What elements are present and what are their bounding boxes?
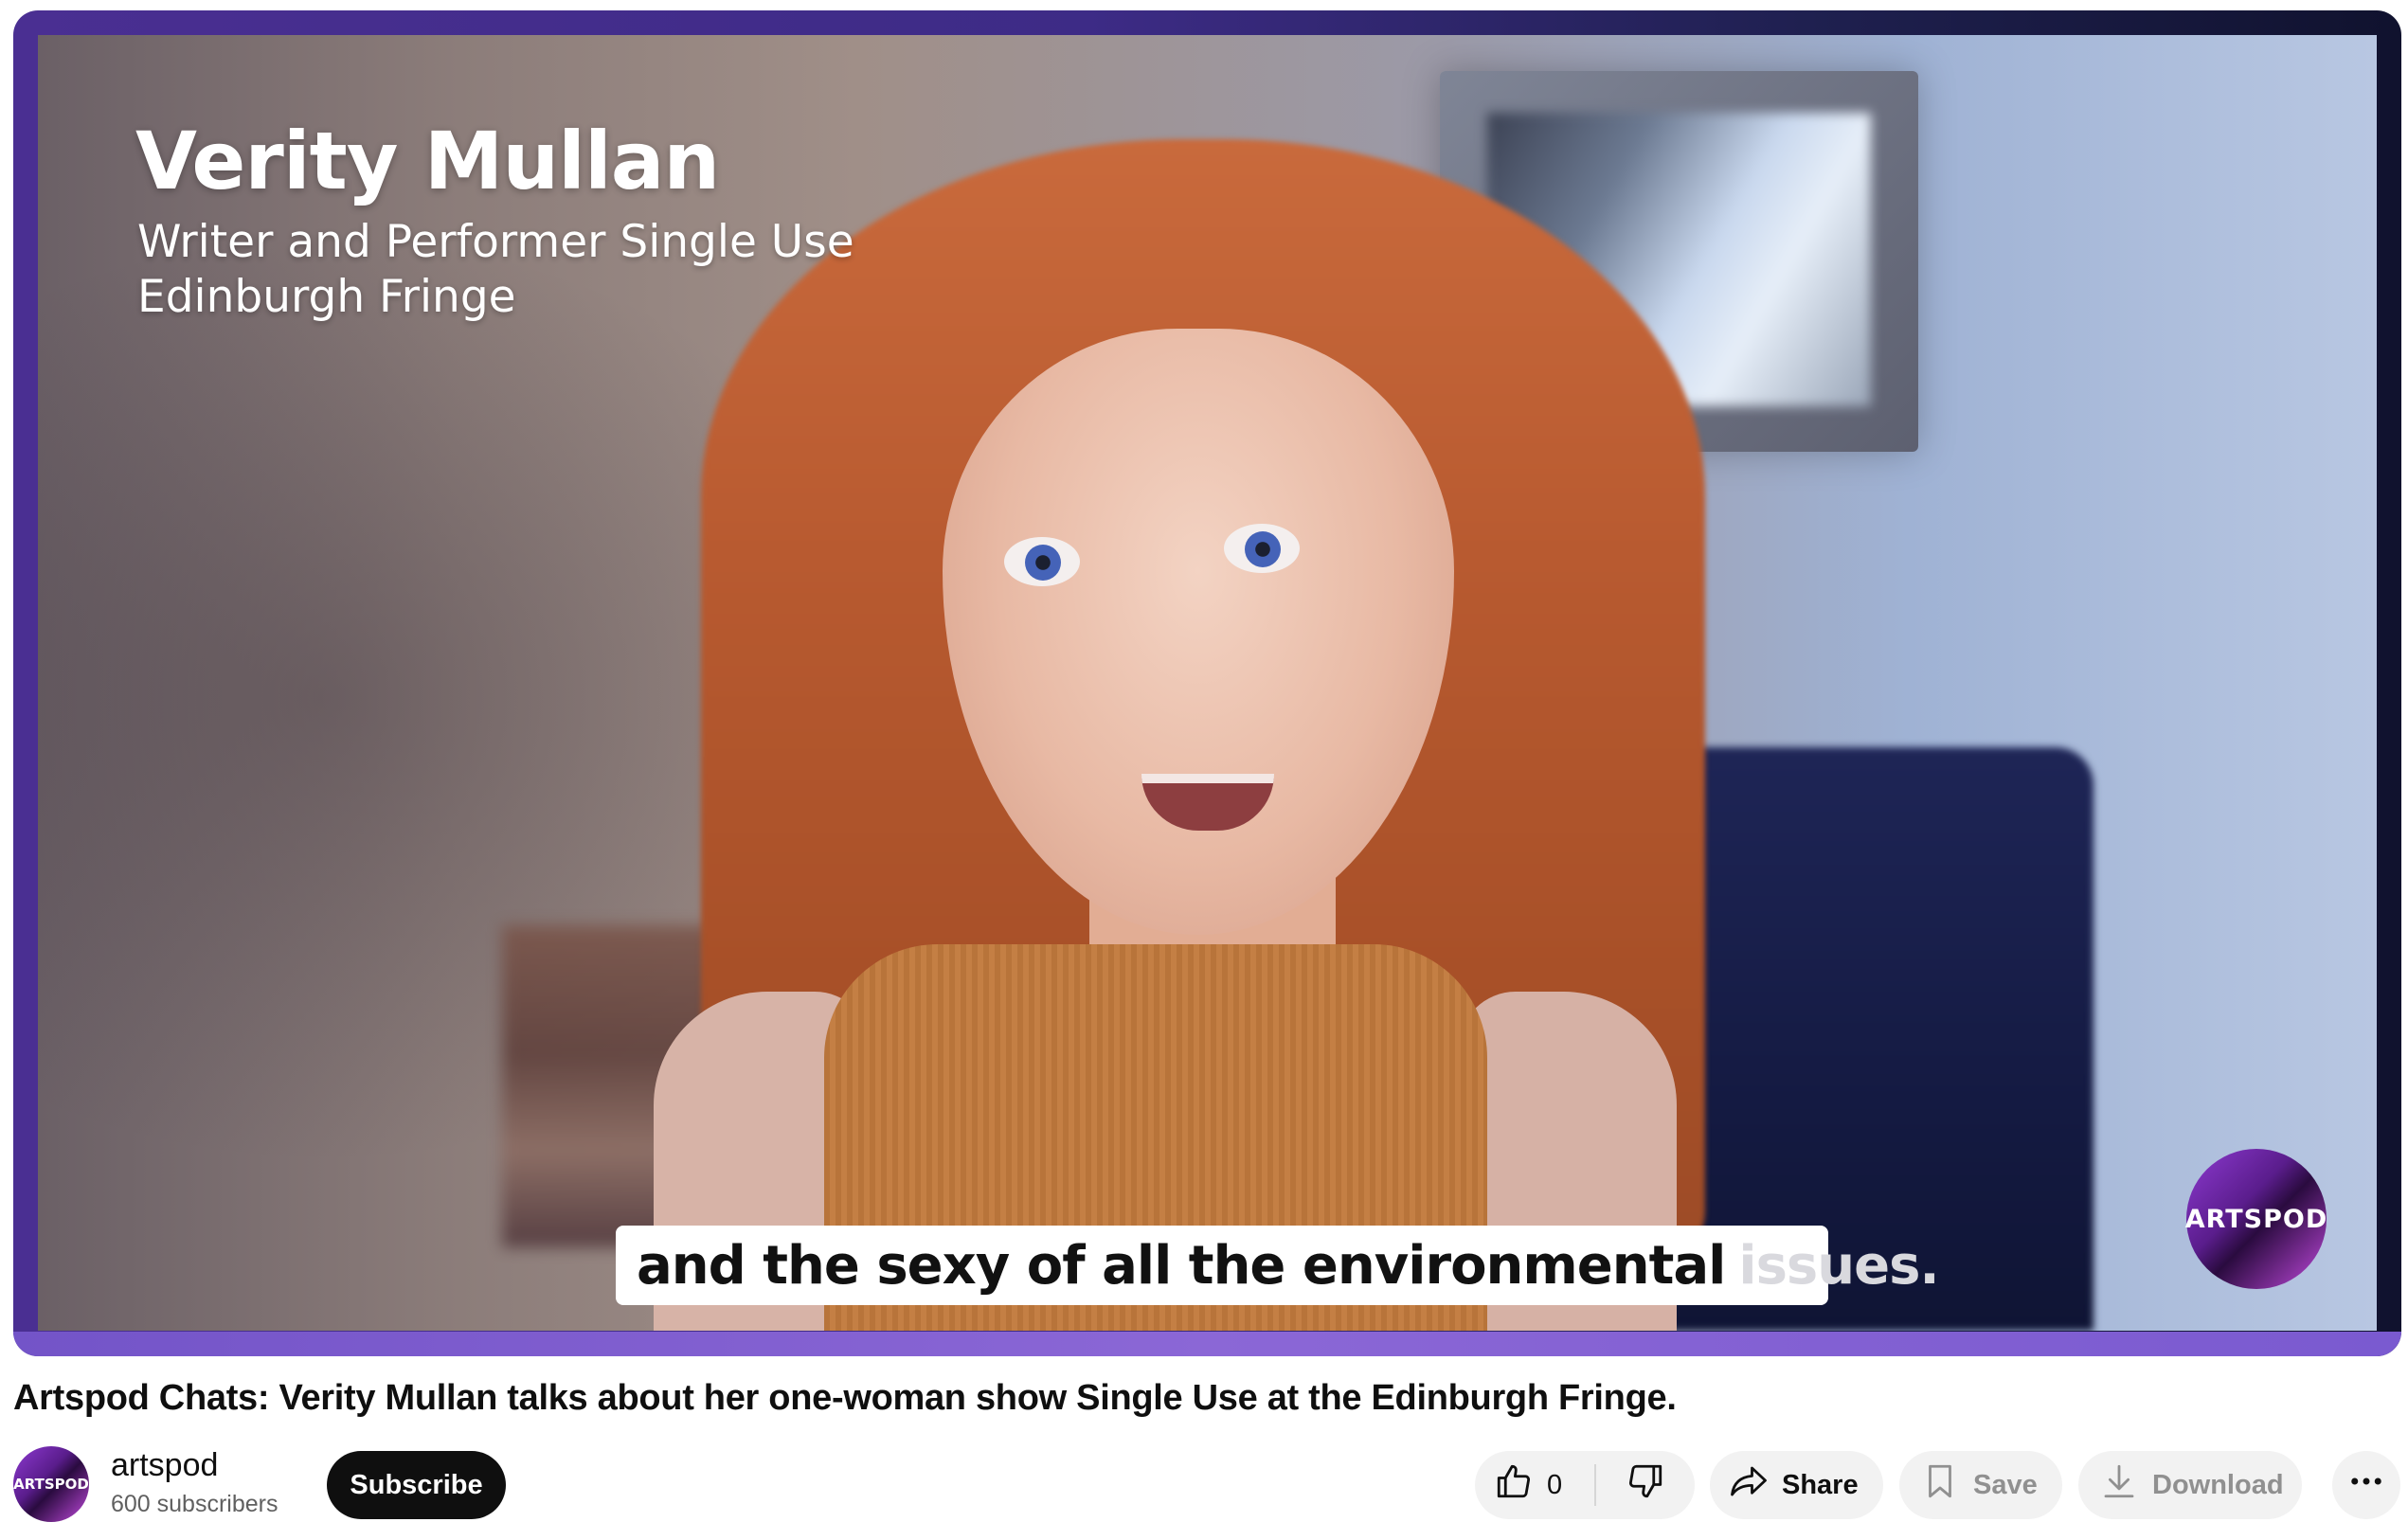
watermark-text: ARTSPOD bbox=[2184, 1204, 2328, 1234]
lower-third-role-line2: Edinburgh Fringe bbox=[137, 271, 516, 323]
share-label: Share bbox=[1782, 1469, 1859, 1500]
more-horizontal-icon bbox=[2346, 1461, 2386, 1509]
lower-third-role-line1: Writer and Performer Single Use bbox=[137, 216, 854, 268]
closed-caption: and the sexy of all the environmental is… bbox=[616, 1226, 1940, 1305]
subscribe-button[interactable]: Subscribe bbox=[327, 1451, 506, 1519]
share-button[interactable]: Share bbox=[1710, 1451, 1883, 1519]
download-button[interactable]: Download bbox=[2078, 1451, 2302, 1519]
like-dislike-group: 0 bbox=[1475, 1451, 1695, 1519]
save-label: Save bbox=[1973, 1469, 2038, 1500]
like-count: 0 bbox=[1547, 1469, 1563, 1500]
save-button[interactable]: Save bbox=[1899, 1451, 2062, 1519]
avatar-text: ARTSPOD bbox=[13, 1476, 89, 1493]
speaker-left-eye bbox=[1004, 537, 1080, 586]
download-icon bbox=[2099, 1461, 2139, 1509]
video-frame[interactable]: Verity Mullan Writer and Performer Singl… bbox=[38, 35, 2377, 1331]
thumbs-down-icon bbox=[1626, 1461, 1665, 1509]
player-frame-bottom bbox=[13, 1332, 2401, 1356]
subscriber-count: 600 subscribers bbox=[111, 1491, 279, 1517]
lower-third-name: Verity Mullan bbox=[135, 115, 720, 207]
video-title: Artspod Chats: Verity Mullan talks about… bbox=[13, 1378, 1677, 1418]
artspod-watermark-logo: ARTSPOD bbox=[2184, 1149, 2328, 1289]
dislike-button[interactable] bbox=[1596, 1451, 1695, 1519]
share-icon bbox=[1729, 1461, 1769, 1509]
caption-spoken: and the sexy of all the environmental bbox=[637, 1234, 1726, 1297]
like-button[interactable]: 0 bbox=[1475, 1451, 1594, 1519]
speaker-right-eye bbox=[1224, 524, 1300, 573]
channel-avatar[interactable]: ARTSPOD bbox=[13, 1446, 89, 1522]
more-actions-button[interactable] bbox=[2332, 1451, 2400, 1519]
channel-name[interactable]: artspod bbox=[111, 1447, 218, 1484]
download-label: Download bbox=[2152, 1469, 2284, 1500]
bookmark-icon bbox=[1920, 1461, 1960, 1509]
lower-third-role: Writer and Performer Single Use Edinburg… bbox=[137, 215, 857, 325]
thumbs-up-icon bbox=[1494, 1461, 1534, 1509]
video-player[interactable]: Verity Mullan Writer and Performer Singl… bbox=[13, 10, 2401, 1356]
caption-upcoming: issues. bbox=[1738, 1234, 1939, 1297]
